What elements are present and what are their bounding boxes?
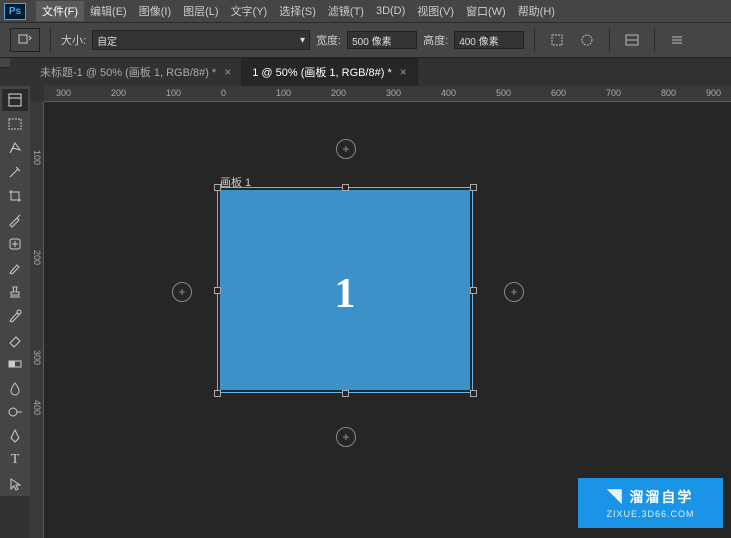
ruler-tick: 800 (661, 88, 676, 98)
ruler-tick: 200 (331, 88, 346, 98)
eraser-tool[interactable] (2, 329, 28, 351)
handle-n[interactable] (342, 184, 349, 191)
ruler-tick: 300 (56, 88, 71, 98)
menu-layer[interactable]: 图层(L) (177, 3, 224, 19)
ruler-tick: 300 (386, 88, 401, 98)
app-logo: Ps (4, 3, 26, 20)
artboard-tool[interactable] (2, 89, 28, 111)
menu-image[interactable]: 图像(I) (133, 3, 177, 19)
width-input[interactable]: 500 像素 (347, 31, 417, 49)
ruler-tick: 500 (496, 88, 511, 98)
ruler-tick: 400 (441, 88, 456, 98)
healing-brush-tool[interactable] (2, 233, 28, 255)
magic-wand-tool[interactable] (2, 161, 28, 183)
selection-rect (217, 187, 473, 393)
ruler-tick: 900 (706, 88, 721, 98)
option-btn-4[interactable] (665, 28, 689, 52)
handle-se[interactable] (470, 390, 477, 397)
document-tabs: 未标题-1 @ 50% (画板 1, RGB/8#) * × 1 @ 50% (… (30, 58, 418, 86)
lasso-tool[interactable] (2, 137, 28, 159)
divider (654, 28, 655, 52)
ruler-tick: 100 (166, 88, 181, 98)
handle-ne[interactable] (470, 184, 477, 191)
add-artboard-right[interactable]: + (504, 282, 524, 302)
brush-tool[interactable] (2, 257, 28, 279)
option-btn-2[interactable] (575, 28, 599, 52)
ruler-tick: 100 (32, 150, 42, 165)
menu-file[interactable]: 文件(F) (36, 1, 84, 21)
add-artboard-left[interactable]: + (172, 282, 192, 302)
ruler-tick: 300 (32, 350, 42, 365)
ruler-tick: 400 (32, 400, 42, 415)
menu-edit[interactable]: 编辑(E) (84, 3, 133, 19)
handle-e[interactable] (470, 287, 477, 294)
tab-doc-1[interactable]: 1 @ 50% (画板 1, RGB/8#) * × (242, 58, 418, 86)
handle-w[interactable] (214, 287, 221, 294)
tools-panel: T (0, 86, 30, 496)
chevron-down-icon: ▾ (300, 35, 305, 46)
watermark: ◥ 溜溜自学 ZIXUE.3D66.COM (578, 478, 723, 528)
menu-select[interactable]: 选择(S) (273, 3, 322, 19)
pen-tool[interactable] (2, 425, 28, 447)
type-tool[interactable]: T (2, 449, 28, 471)
tab-doc-0[interactable]: 未标题-1 @ 50% (画板 1, RGB/8#) * × (30, 58, 242, 86)
divider (534, 28, 535, 52)
watermark-sub: ZIXUE.3D66.COM (606, 509, 694, 519)
menu-type[interactable]: 文字(Y) (225, 3, 274, 19)
close-icon[interactable]: × (224, 65, 231, 79)
path-select-tool[interactable] (2, 473, 28, 495)
menu-3d[interactable]: 3D(D) (370, 5, 411, 17)
ruler-tick: 100 (276, 88, 291, 98)
handle-nw[interactable] (214, 184, 221, 191)
ruler-tick: 700 (606, 88, 621, 98)
tab-label: 1 @ 50% (画板 1, RGB/8#) * (252, 64, 392, 80)
ruler-tick: 200 (32, 250, 42, 265)
eyedropper-tool[interactable] (2, 209, 28, 231)
handle-s[interactable] (342, 390, 349, 397)
divider (50, 28, 51, 52)
tool-preset-picker[interactable] (10, 28, 40, 52)
menu-filter[interactable]: 滤镜(T) (322, 3, 370, 19)
blur-tool[interactable] (2, 377, 28, 399)
options-bar: 大小: 自定 ▾ 宽度: 500 像素 高度: 400 像素 (0, 22, 731, 58)
option-btn-1[interactable] (545, 28, 569, 52)
handle-sw[interactable] (214, 390, 221, 397)
size-label: 大小: (61, 32, 86, 48)
marquee-tool[interactable] (2, 113, 28, 135)
height-label: 高度: (423, 32, 448, 48)
add-artboard-top[interactable]: + (336, 139, 356, 159)
dodge-tool[interactable] (2, 401, 28, 423)
add-artboard-bottom[interactable]: + (336, 427, 356, 447)
history-brush-tool[interactable] (2, 305, 28, 327)
menu-bar: Ps 文件(F) 编辑(E) 图像(I) 图层(L) 文字(Y) 选择(S) 滤… (0, 0, 731, 22)
artboard-tool-icon (17, 33, 33, 47)
menu-help[interactable]: 帮助(H) (512, 3, 561, 19)
width-label: 宽度: (316, 32, 341, 48)
height-input[interactable]: 400 像素 (454, 31, 524, 49)
ruler-tick: 200 (111, 88, 126, 98)
menu-window[interactable]: 窗口(W) (460, 3, 512, 19)
ruler-tick: 600 (551, 88, 566, 98)
canvas[interactable]: 画板 1 1 + + + + (44, 102, 731, 538)
gradient-tool[interactable] (2, 353, 28, 375)
size-value: 自定 (97, 33, 117, 48)
divider (609, 28, 610, 52)
crop-tool[interactable] (2, 185, 28, 207)
panel-drag-handle[interactable] (0, 58, 10, 68)
ruler-tick: 0 (221, 88, 226, 98)
tab-label: 未标题-1 @ 50% (画板 1, RGB/8#) * (40, 64, 216, 80)
close-icon[interactable]: × (400, 65, 407, 79)
menu-view[interactable]: 视图(V) (411, 3, 460, 19)
size-combo[interactable]: 自定 ▾ (92, 30, 310, 50)
ruler-vertical[interactable]: 100 200 300 400 (30, 102, 44, 538)
option-btn-3[interactable] (620, 28, 644, 52)
ruler-horizontal[interactable]: 300 200 100 0 100 200 300 400 500 600 70… (44, 86, 731, 102)
watermark-title: ◥ 溜溜自学 (608, 487, 694, 507)
stamp-tool[interactable] (2, 281, 28, 303)
